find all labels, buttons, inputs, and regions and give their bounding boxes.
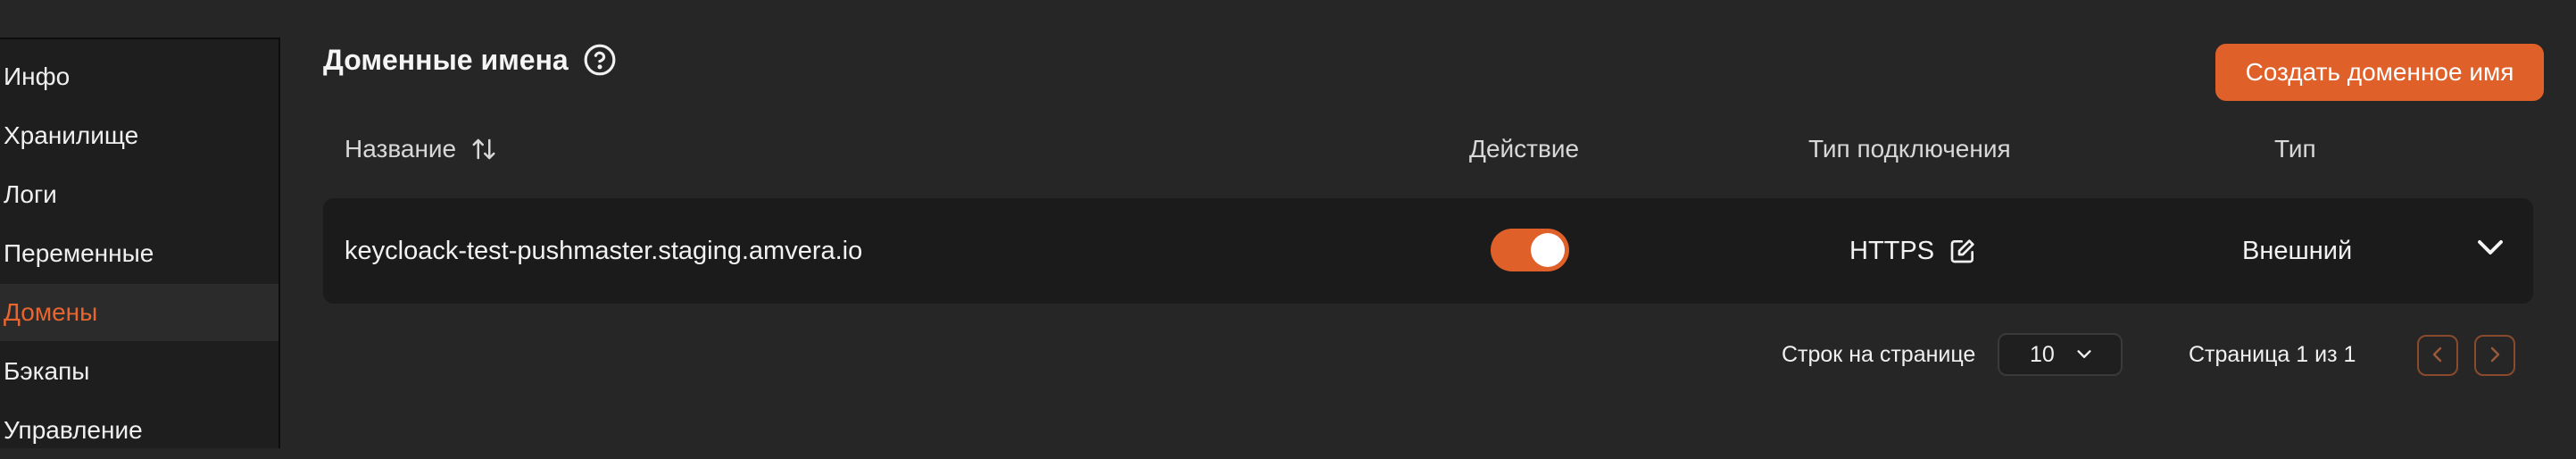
sidebar-item-label: Домены xyxy=(4,298,98,326)
page-title: Доменные имена xyxy=(323,43,569,76)
edit-icon[interactable] xyxy=(1949,237,1977,265)
column-header-action: Действие xyxy=(1469,134,1579,164)
chevron-down-icon xyxy=(2074,347,2094,362)
page-header: Доменные имена xyxy=(323,43,617,77)
sidebar-item-label: Логи xyxy=(4,180,57,208)
sidebar-item-label: Управление xyxy=(4,416,143,444)
chevron-left-icon xyxy=(2429,345,2447,367)
rows-per-page-select[interactable]: 10 xyxy=(1998,333,2123,376)
sidebar: Инфо Хранилище Логи Переменные Домены Бэ… xyxy=(0,38,280,448)
column-header-connection-type-label: Тип подключения xyxy=(1808,135,2011,163)
sidebar-item-management[interactable]: Управление xyxy=(0,402,278,459)
sidebar-item-domains[interactable]: Домены xyxy=(0,284,278,341)
sidebar-item-logs[interactable]: Логи xyxy=(0,166,278,223)
question-circle-icon[interactable] xyxy=(583,43,617,77)
sidebar-item-backups[interactable]: Бэкапы xyxy=(0,343,278,400)
previous-page-button[interactable] xyxy=(2417,335,2458,376)
column-header-connection-type: Тип подключения xyxy=(1808,134,2011,164)
sidebar-item-storage[interactable]: Хранилище xyxy=(0,107,278,164)
connection-type-value: HTTPS xyxy=(1849,236,1935,265)
column-header-type: Тип xyxy=(2274,134,2316,164)
connection-type-cell: HTTPS xyxy=(1849,198,1977,304)
rows-per-page-value: 10 xyxy=(2030,341,2055,367)
column-header-action-label: Действие xyxy=(1469,135,1580,163)
chevron-right-icon xyxy=(2486,345,2504,367)
page-info: Страница 1 из 1 xyxy=(2189,341,2356,367)
domain-name: keycloack-test-pushmaster.staging.amvera… xyxy=(345,236,863,265)
create-domain-button[interactable]: Создать доменное имя xyxy=(2215,44,2544,101)
toggle-knob xyxy=(1531,233,1565,267)
column-header-name[interactable]: Название xyxy=(345,134,497,164)
sidebar-item-variables[interactable]: Переменные xyxy=(0,225,278,282)
domain-type-value: Внешний xyxy=(2242,236,2353,265)
column-header-type-label: Тип xyxy=(2274,135,2316,163)
sort-arrows-icon[interactable] xyxy=(470,136,497,163)
next-page-button[interactable] xyxy=(2474,335,2515,376)
domain-name-cell: keycloack-test-pushmaster.staging.amvera… xyxy=(345,198,862,304)
rows-per-page-label: Строк на странице xyxy=(1782,341,1976,367)
sidebar-item-label: Переменные xyxy=(4,239,154,267)
chevron-down-icon[interactable] xyxy=(2474,234,2506,265)
domain-type-cell: Внешний xyxy=(2242,198,2352,304)
column-header-name-label: Название xyxy=(345,135,457,163)
sidebar-item-label: Бэкапы xyxy=(4,357,90,385)
sidebar-item-info[interactable]: Инфо xyxy=(0,48,278,105)
sidebar-item-label: Хранилище xyxy=(4,121,139,149)
sidebar-item-label: Инфо xyxy=(4,63,71,90)
domain-enabled-toggle[interactable] xyxy=(1491,229,1569,271)
